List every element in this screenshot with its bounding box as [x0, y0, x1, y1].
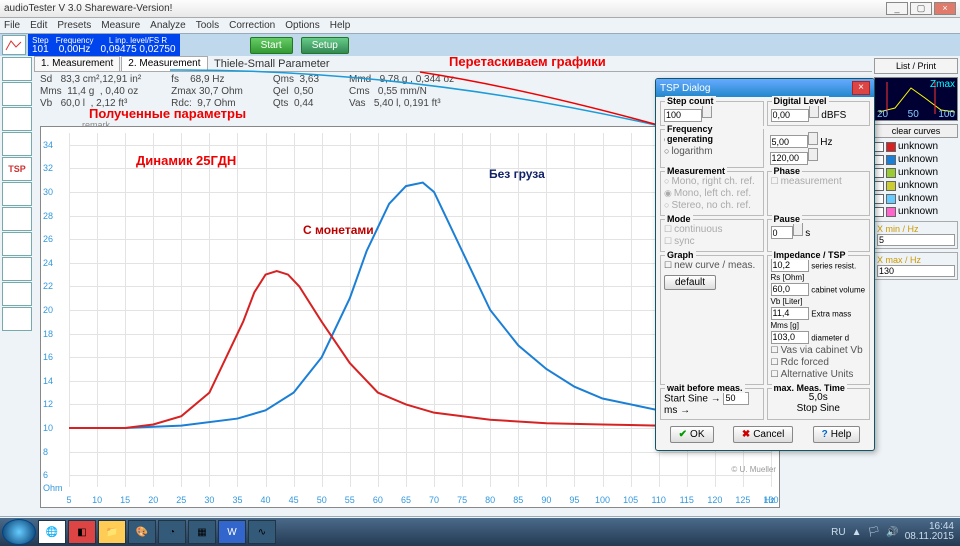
system-tray[interactable]: RU▲🏳🔊 16:4408.11.2015: [831, 522, 958, 542]
check-newcurve[interactable]: ☐ new curve / meas.: [664, 260, 760, 271]
annotation-params: Полученные параметры: [89, 106, 246, 121]
xmin-input[interactable]: [877, 234, 955, 246]
maximize-button[interactable]: ▢: [910, 2, 932, 15]
taskbar-steam-icon[interactable]: ◔: [158, 520, 186, 544]
legend-item[interactable]: unknown: [874, 205, 958, 218]
tool-5[interactable]: [2, 182, 32, 206]
tool-4[interactable]: [2, 132, 32, 156]
annotation-coins: С монетами: [303, 223, 374, 237]
toolbar-row: Step101 Frequency0,00Hz L inp. level/FS …: [0, 34, 960, 56]
tool-tsp[interactable]: TSP: [2, 157, 32, 181]
menu-bar: File Edit Presets Measure Analyze Tools …: [0, 18, 960, 34]
mini-zmax-graph: Zmax 2050100: [874, 77, 958, 121]
setup-button[interactable]: Setup: [301, 37, 349, 54]
radio-log[interactable]: ○ logarithm: [664, 146, 760, 157]
tsp-dialog[interactable]: TSP Dialog × Step count Digital Level dB…: [655, 78, 875, 451]
tab-measurement-1[interactable]: 1. Measurement: [34, 56, 120, 71]
menu-measure[interactable]: Measure: [101, 20, 140, 31]
freq-to-input[interactable]: [770, 152, 808, 165]
start-orb-icon[interactable]: [2, 519, 36, 545]
close-button[interactable]: ×: [934, 2, 956, 15]
freq-from-input[interactable]: [770, 135, 808, 148]
menu-presets[interactable]: Presets: [57, 20, 91, 31]
legend-item[interactable]: unknown: [874, 192, 958, 205]
legend-item[interactable]: unknown: [874, 140, 958, 153]
taskbar-explorer-icon[interactable]: 📁: [98, 520, 126, 544]
y-axis-label: Ohm: [43, 483, 63, 493]
tool-8[interactable]: [2, 257, 32, 281]
tool-9[interactable]: [2, 282, 32, 306]
taskbar-chrome-icon[interactable]: 🌐: [38, 520, 66, 544]
dialog-titlebar[interactable]: TSP Dialog ×: [656, 79, 874, 97]
copyright: © U. Mueller: [731, 465, 776, 474]
legend-item[interactable]: unknown: [874, 179, 958, 192]
menu-help[interactable]: Help: [330, 20, 351, 31]
tool-3[interactable]: [2, 107, 32, 131]
window-titlebar: audioTester V 3.0 Shareware-Version! _ ▢…: [0, 0, 960, 18]
list-print-button[interactable]: List / Print: [874, 58, 958, 74]
menu-options[interactable]: Options: [285, 20, 319, 31]
left-toolbar: TSP: [0, 56, 34, 516]
menu-edit[interactable]: Edit: [30, 20, 47, 31]
xmax-box: X max / Hz: [874, 252, 958, 280]
menu-correction[interactable]: Correction: [229, 20, 275, 31]
default-button[interactable]: default: [664, 275, 716, 290]
taskbar-word-icon[interactable]: W: [218, 520, 246, 544]
ok-button[interactable]: ✔OK: [670, 426, 714, 443]
clear-curves-button[interactable]: clear curves: [874, 124, 958, 138]
menu-analyze[interactable]: Analyze: [150, 20, 186, 31]
taskbar-app1-icon[interactable]: ◧: [68, 520, 96, 544]
annotation-drag: Перетаскиваем графики: [449, 54, 606, 69]
minimize-button[interactable]: _: [886, 2, 908, 15]
app-title: audioTester V 3.0 Shareware-Version!: [4, 3, 172, 14]
taskbar[interactable]: 🌐 ◧ 📁 🎨 ◔ ▦ W ∿ RU▲🏳🔊 16:4408.11.2015: [0, 518, 960, 546]
diglevel-input[interactable]: [771, 109, 809, 122]
dialog-close-icon[interactable]: ×: [852, 81, 870, 95]
taskbar-app3-icon[interactable]: ▦: [188, 520, 216, 544]
tool-7[interactable]: [2, 232, 32, 256]
menu-tools[interactable]: Tools: [196, 20, 219, 31]
start-button[interactable]: Start: [250, 37, 293, 54]
param-title: Thiele-Small Parameter: [214, 58, 330, 70]
right-panel: List / Print Zmax 2050100 clear curves u…: [872, 56, 960, 516]
tool-10[interactable]: [2, 307, 32, 331]
tool-1[interactable]: [2, 57, 32, 81]
legend-item[interactable]: unknown: [874, 153, 958, 166]
tab-measurement-2[interactable]: 2. Measurement: [121, 56, 207, 71]
step-readout: Step101 Frequency0,00Hz L inp. level/FS …: [28, 34, 180, 56]
legend-item[interactable]: unknown: [874, 166, 958, 179]
tool-2[interactable]: [2, 82, 32, 106]
pause-input[interactable]: [771, 226, 793, 239]
taskbar-audiotester-icon[interactable]: ∿: [248, 520, 276, 544]
annotation-noload: Без груза: [489, 167, 545, 181]
xmax-input[interactable]: [877, 265, 955, 277]
stepcount-input[interactable]: [664, 109, 702, 122]
xmin-box: X min / Hz: [874, 221, 958, 249]
taskbar-app2-icon[interactable]: 🎨: [128, 520, 156, 544]
cancel-button[interactable]: ✖Cancel: [733, 426, 794, 443]
annotation-speaker: Динамик 25ГДН: [136, 153, 236, 168]
tool-6[interactable]: [2, 207, 32, 231]
menu-file[interactable]: File: [4, 20, 20, 31]
help-button[interactable]: ?Help: [813, 426, 861, 443]
spin-icon[interactable]: [702, 105, 712, 118]
tool-icon[interactable]: [2, 35, 26, 55]
